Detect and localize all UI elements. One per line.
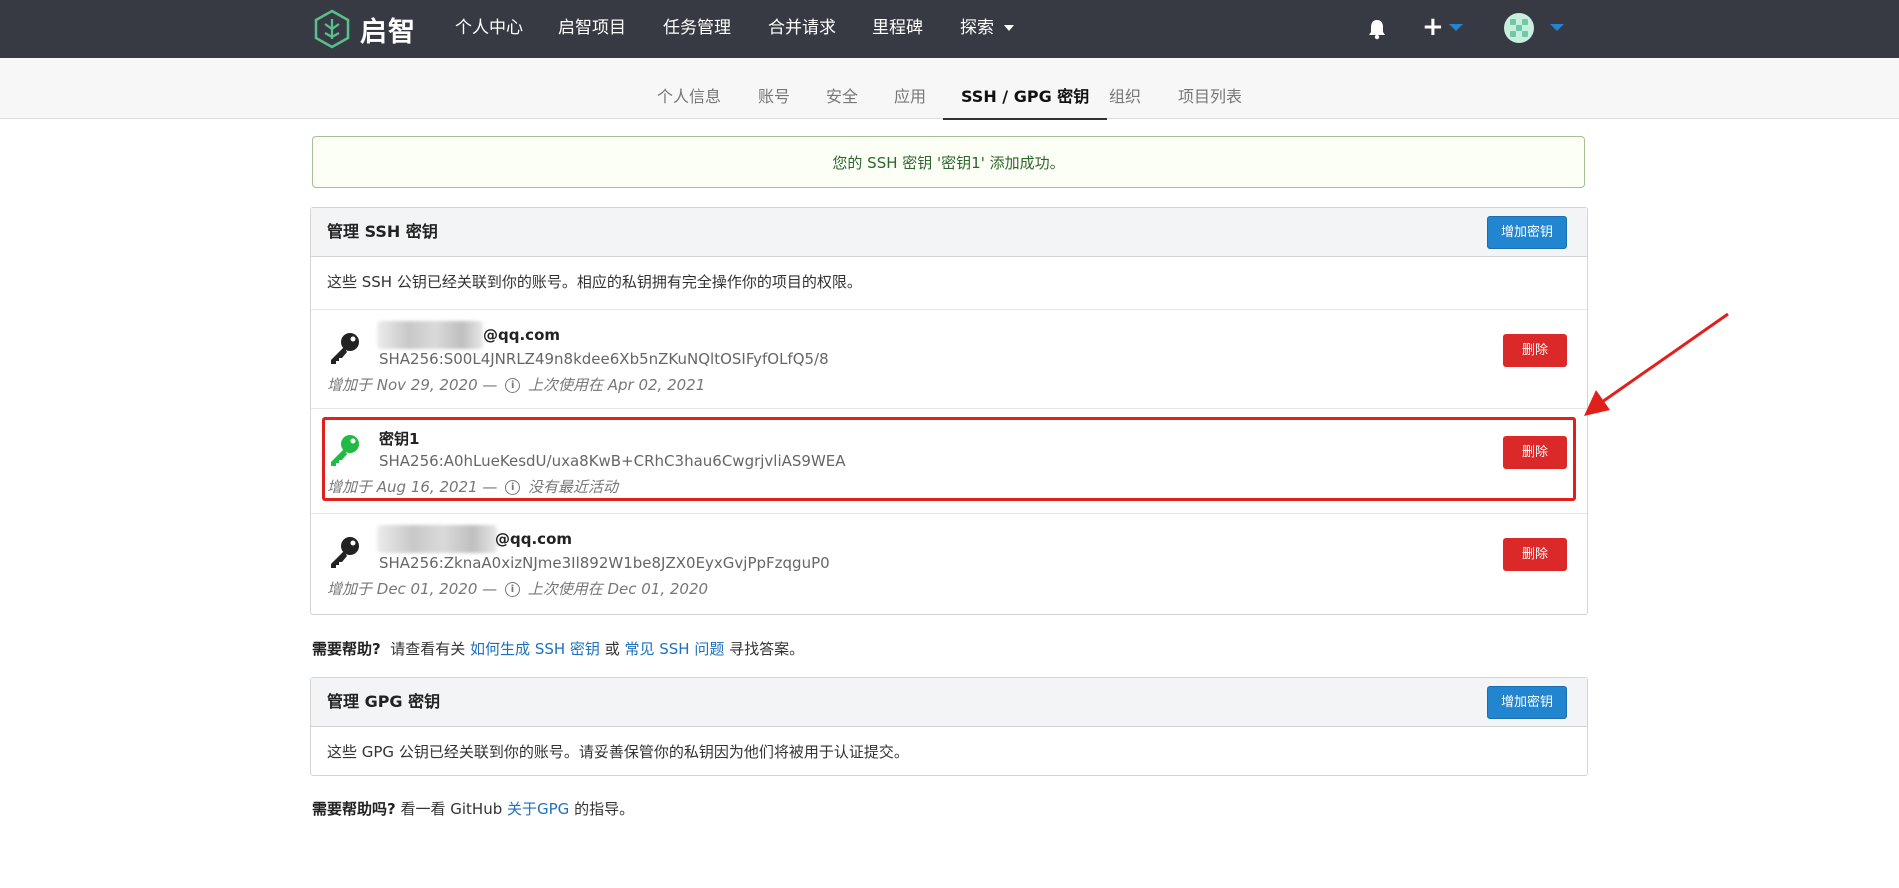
- key-icon: [331, 333, 359, 364]
- ssh-help-text1: 请查看有关: [390, 640, 466, 658]
- redacted-email-blur: [377, 525, 497, 553]
- gpg-keys-title: 管理 GPG 密钥: [327, 692, 441, 711]
- tab-security[interactable]: 安全: [826, 58, 858, 117]
- ssh-keys-title: 管理 SSH 密钥: [327, 222, 438, 241]
- create-plus-icon[interactable]: +: [1422, 12, 1444, 42]
- bell-icon[interactable]: [1366, 18, 1388, 40]
- ssh-key-row: @qq.com SHA256:S00L4JNRLZ49n8kdee6Xb5nZK…: [311, 321, 1587, 406]
- gpg-help-text: 需要帮助吗? 看一看 GitHub 关于GPG 的指导。: [312, 798, 634, 819]
- avatar[interactable]: [1504, 13, 1534, 43]
- ssh-key-fingerprint: SHA256:ZknaA0xizNJme3Il892W1be8JZX0EyxGv…: [379, 554, 830, 572]
- tab-account[interactable]: 账号: [758, 58, 790, 117]
- tab-ssh-gpg-keys[interactable]: SSH / GPG 密钥: [943, 58, 1108, 120]
- generate-ssh-key-link[interactable]: 如何生成 SSH 密钥: [470, 640, 600, 658]
- highlight-annotation-box: [322, 417, 1576, 501]
- divider: [311, 513, 1587, 514]
- logo[interactable]: 启智: [312, 9, 416, 49]
- ssh-key-added: 增加于 Nov 29, 2020 —: [327, 376, 498, 394]
- delete-key-button[interactable]: 删除: [1502, 538, 1567, 571]
- ssh-key-fingerprint: SHA256:S00L4JNRLZ49n8kdee6Xb5nZKuNQltOSI…: [379, 350, 829, 368]
- nav-item-explore-label: 探索: [960, 18, 994, 38]
- ssh-keys-description: 这些 SSH 公钥已经关联到你的账号。相应的私钥拥有完全操作你的项目的权限。: [311, 257, 1587, 310]
- ssh-keys-header: 管理 SSH 密钥 增加密钥: [311, 208, 1587, 257]
- settings-tabs: 个人信息 账号 安全 应用 SSH / GPG 密钥 组织 项目列表: [0, 58, 1899, 120]
- user-dropdown-caret-icon[interactable]: [1550, 24, 1564, 31]
- ssh-key-added: 增加于 Dec 01, 2020 —: [327, 580, 498, 598]
- divider: [311, 408, 1587, 409]
- ssh-key-last-used: 上次使用在 Apr 02, 2021: [527, 376, 706, 394]
- create-dropdown-caret-icon[interactable]: [1449, 24, 1463, 31]
- delete-key-button[interactable]: 删除: [1502, 334, 1567, 367]
- nav-item-dashboard[interactable]: 个人中心: [455, 0, 523, 58]
- success-message: 您的 SSH 密钥 '密钥1' 添加成功。: [312, 136, 1585, 188]
- nav-item-tasks[interactable]: 任务管理: [663, 0, 731, 58]
- ssh-key-row: @qq.com SHA256:ZknaA0xizNJme3Il892W1be8J…: [311, 525, 1587, 610]
- ssh-help-lead: 需要帮助?: [312, 640, 381, 658]
- nav-item-pull-requests[interactable]: 合并请求: [768, 0, 836, 58]
- tab-repositories[interactable]: 项目列表: [1178, 58, 1242, 117]
- tab-applications[interactable]: 应用: [894, 58, 926, 117]
- annotation-arrow-icon: [1584, 312, 1729, 416]
- tab-organizations[interactable]: 组织: [1109, 58, 1141, 117]
- ssh-help-text: 需要帮助? 请查看有关 如何生成 SSH 密钥 或 常见 SSH 问题 寻找答案…: [312, 638, 804, 659]
- logo-icon: [314, 9, 350, 49]
- info-icon: i: [504, 582, 520, 597]
- add-gpg-key-button[interactable]: 增加密钥: [1486, 686, 1567, 719]
- common-ssh-problems-link[interactable]: 常见 SSH 问题: [624, 640, 724, 658]
- about-gpg-link[interactable]: 关于GPG: [507, 800, 569, 818]
- redacted-email-blur: [377, 321, 483, 349]
- info-icon: i: [505, 378, 521, 393]
- gpg-keys-description: 这些 GPG 公钥已经关联到你的账号。请妥善保管你的私钥因为他们将被用于认证提交…: [327, 743, 909, 761]
- tab-profile[interactable]: 个人信息: [657, 58, 721, 117]
- ssh-keys-panel: 管理 SSH 密钥 增加密钥 这些 SSH 公钥已经关联到你的账号。相应的私钥拥…: [310, 207, 1588, 615]
- nav-item-explore[interactable]: 探索: [960, 0, 1014, 58]
- ssh-key-meta: 增加于 Dec 01, 2020 — i 上次使用在 Dec 01, 2020: [327, 578, 708, 599]
- gpg-help-text2: 的指导。: [574, 800, 635, 818]
- nav-item-projects[interactable]: 启智项目: [558, 0, 626, 58]
- gpg-help-text1: 看一看 GitHub: [400, 800, 503, 818]
- gpg-keys-header: 管理 GPG 密钥 增加密钥: [311, 678, 1587, 727]
- ssh-help-text2: 或: [604, 640, 620, 658]
- add-ssh-key-button[interactable]: 增加密钥: [1486, 216, 1567, 249]
- gpg-keys-panel: 管理 GPG 密钥 增加密钥 这些 GPG 公钥已经关联到你的账号。请妥善保管你…: [310, 677, 1588, 776]
- ssh-key-name: @qq.com: [483, 326, 560, 344]
- ssh-help-text3: 寻找答案。: [729, 640, 805, 658]
- key-icon: [331, 537, 359, 568]
- caret-down-icon: [1004, 25, 1014, 31]
- gpg-help-lead: 需要帮助吗?: [312, 800, 396, 818]
- logo-text: 启智: [360, 16, 416, 48]
- ssh-key-meta: 增加于 Nov 29, 2020 — i 上次使用在 Apr 02, 2021: [327, 374, 705, 395]
- ssh-key-name: @qq.com: [495, 530, 572, 548]
- nav-item-milestones[interactable]: 里程碑: [872, 0, 923, 58]
- top-navbar: 启智 个人中心 启智项目 任务管理 合并请求 里程碑 探索 +: [0, 0, 1899, 58]
- ssh-key-last-used: 上次使用在 Dec 01, 2020: [527, 580, 709, 598]
